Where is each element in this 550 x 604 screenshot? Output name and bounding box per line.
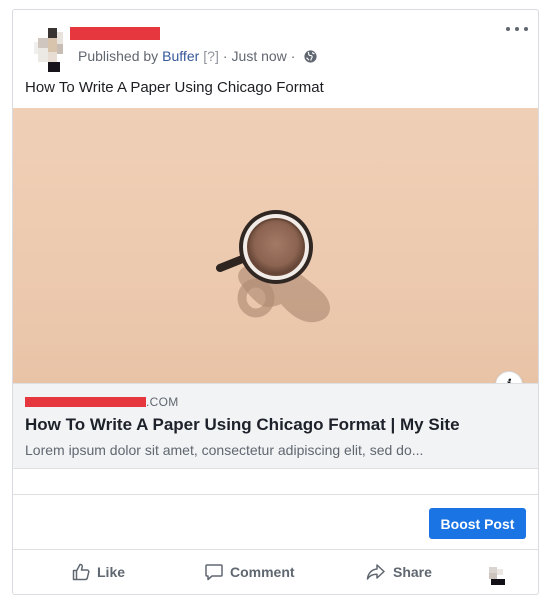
more-options-icon[interactable] [506,22,528,36]
post-as-avatar[interactable] [489,567,507,585]
domain-redacted [25,397,146,407]
thumbs-up-icon [72,563,90,581]
globe-icon[interactable] [304,49,318,63]
domain-suffix: .COM [146,395,179,409]
post-header: Published by Buffer [?] · Just now · How… [13,10,538,106]
link-description: Lorem ipsum dolor sit amet, consectetur … [25,442,424,458]
comment-button[interactable]: Comment [204,562,295,582]
meta-separator-2: · [290,48,296,64]
like-button[interactable]: Like [71,562,125,582]
comment-bubble-icon [205,564,223,581]
link-preview-image[interactable] [13,108,538,383]
divider [13,494,538,495]
post-actions-bar: Like Comment Share [13,550,538,594]
post-meta: Published by Buffer [?] · Just now · [78,48,318,64]
page-name-redacted[interactable] [70,27,160,40]
link-title[interactable]: How To Write A Paper Using Chicago Forma… [25,415,460,435]
boost-post-button[interactable]: Boost Post [429,508,526,539]
share-label: Share [393,564,432,580]
post-card: Published by Buffer [?] · Just now · How… [12,9,539,595]
page-avatar[interactable] [28,28,74,74]
link-preview-details[interactable]: .COM How To Write A Paper Using Chicago … [13,383,538,469]
coffee-cup-image [216,210,330,323]
published-by-label: Published by [78,48,159,64]
share-button[interactable]: Share [365,562,432,582]
publisher-link[interactable]: Buffer [162,48,199,64]
share-arrow-icon [366,564,385,580]
help-link[interactable]: [?] [203,48,219,64]
comment-label: Comment [230,564,295,580]
link-domain: .COM [25,395,179,409]
like-label: Like [97,564,126,580]
post-time[interactable]: Just now [232,48,287,64]
post-message: How To Write A Paper Using Chicago Forma… [25,79,324,96]
meta-separator: · [222,48,228,64]
